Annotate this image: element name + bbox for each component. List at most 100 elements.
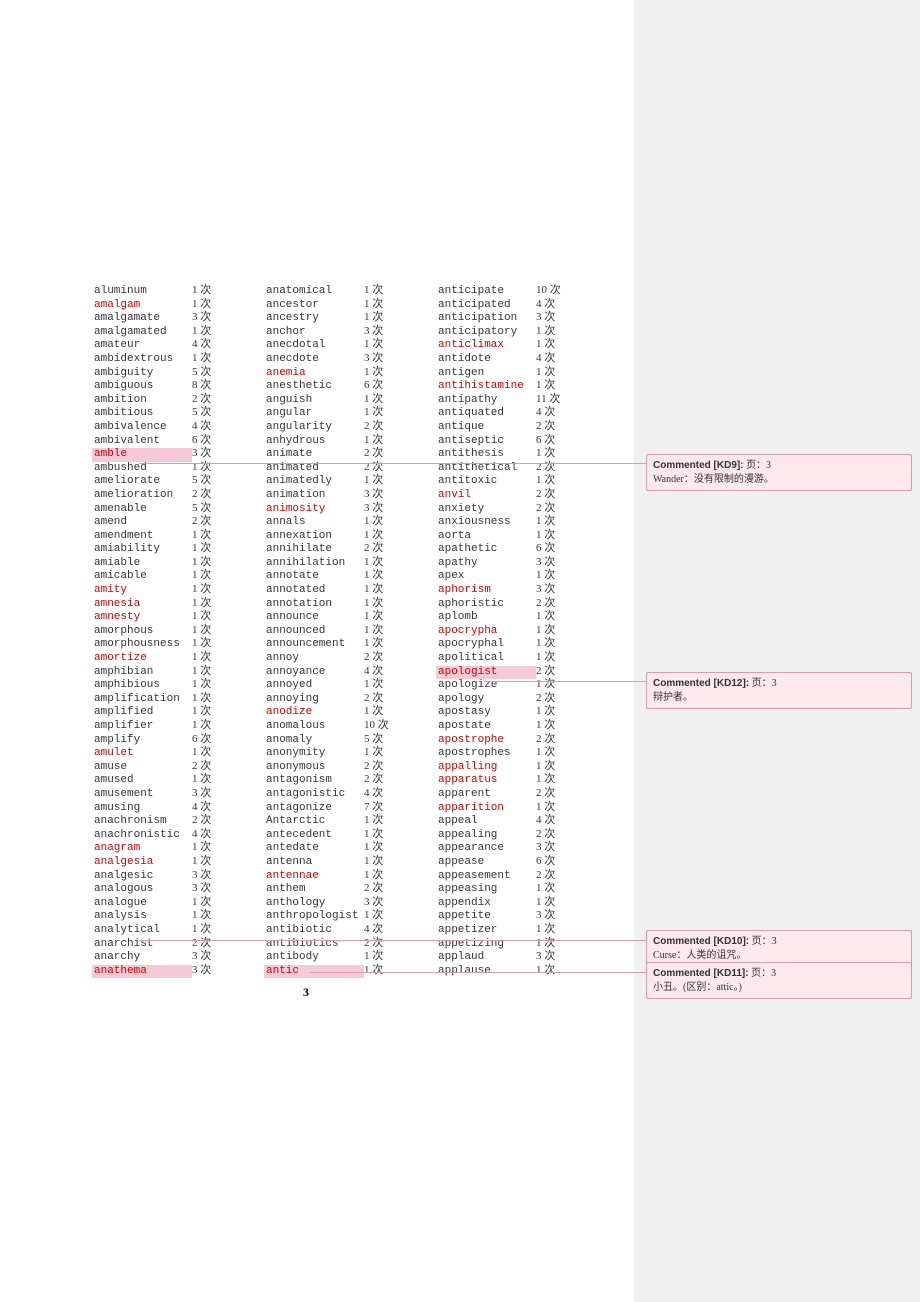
word-term: antibody [264, 951, 364, 965]
word-term: annoy [264, 652, 364, 666]
word-row: apostrophe2 次 [436, 733, 608, 747]
word-term: appeal [436, 815, 536, 829]
word-row: announcement1 次 [264, 637, 436, 651]
word-term: annoyed [264, 679, 364, 693]
word-row: antedate1 次 [264, 841, 436, 855]
word-term: antidote [436, 353, 536, 367]
word-count: 1 次 [192, 569, 211, 583]
word-row: anthology3 次 [264, 896, 436, 910]
word-row: antennae1 次 [264, 869, 436, 883]
word-term: anonymous [264, 761, 364, 775]
word-count: 1 次 [536, 760, 555, 774]
word-term: anthology [264, 897, 364, 911]
comment-body: Curse：人类的诅咒。 [653, 949, 905, 962]
word-term: amplify [92, 734, 192, 748]
word-term: anticipatory [436, 326, 536, 340]
word-count: 1 次 [192, 583, 211, 597]
word-count: 1 次 [364, 597, 383, 611]
word-term: amnesty [92, 611, 192, 625]
word-row: analogous3 次 [92, 882, 264, 896]
word-count: 3 次 [192, 869, 211, 883]
word-row: amplified1 次 [92, 705, 264, 719]
word-count: 1 次 [192, 284, 211, 298]
word-count: 1 次 [536, 773, 555, 787]
word-row: ambition2 次 [92, 393, 264, 407]
word-term: anticipation [436, 312, 536, 326]
word-count: 1 次 [364, 610, 383, 624]
word-term: apostrophes [436, 747, 536, 761]
word-row: antibody1 次 [264, 950, 436, 964]
word-term: animosity [264, 503, 364, 517]
word-term: annotation [264, 598, 364, 612]
word-count: 1 次 [192, 298, 211, 312]
word-term: apparent [436, 788, 536, 802]
word-count: 1 次 [536, 515, 555, 529]
word-count: 1 次 [364, 393, 383, 407]
word-row: amelioration2 次 [92, 488, 264, 502]
word-columns: aluminum1 次amalgam1 次amalgamate3 次amalga… [92, 284, 634, 977]
word-term: antagonistic [264, 788, 364, 802]
comment-balloon[interactable]: Commented [KD12]: 页：3辩护者。 [646, 672, 912, 709]
word-row: apparent2 次 [436, 787, 608, 801]
word-row: anguish1 次 [264, 393, 436, 407]
word-count: 1 次 [364, 869, 383, 883]
word-count: 3 次 [192, 964, 211, 978]
comment-balloon[interactable]: Commented [KD9]: 页：3Wander：没有限制的漫游。 [646, 454, 912, 491]
word-term: annihilation [264, 557, 364, 571]
word-count: 2 次 [536, 869, 555, 883]
comment-header: Commented [KD12]: 页：3 [653, 677, 905, 690]
word-count: 1 次 [364, 311, 383, 325]
word-term: amulet [92, 747, 192, 761]
word-row: amalgam1 次 [92, 298, 264, 312]
word-term: antagonism [264, 774, 364, 788]
word-row: antique2 次 [436, 420, 608, 434]
word-count: 2 次 [536, 502, 555, 516]
word-count: 1 次 [192, 325, 211, 339]
word-term: amphibious [92, 679, 192, 693]
word-term: ambivalence [92, 421, 192, 435]
word-row: anxiousness1 次 [436, 515, 608, 529]
word-row: antitoxic1 次 [436, 474, 608, 488]
word-count: 3 次 [192, 311, 211, 325]
word-count: 10 次 [364, 719, 389, 733]
word-term: annals [264, 516, 364, 530]
word-term: anhydrous [264, 435, 364, 449]
word-row: antic1 次 [264, 964, 436, 978]
word-term: annexation [264, 530, 364, 544]
word-count: 1 次 [364, 583, 383, 597]
word-count: 1 次 [536, 705, 555, 719]
comment-connector [484, 681, 646, 682]
word-row: anonymous2 次 [264, 760, 436, 774]
word-row: antecedent1 次 [264, 828, 436, 842]
word-term: anathema [92, 965, 192, 979]
word-row: appease6 次 [436, 855, 608, 869]
word-row: ambiguous8 次 [92, 379, 264, 393]
word-row: anomalous10 次 [264, 719, 436, 733]
word-term: anachronistic [92, 829, 192, 843]
word-row: ancestor1 次 [264, 298, 436, 312]
word-term: anagram [92, 842, 192, 856]
word-count: 2 次 [536, 420, 555, 434]
word-row: ancestry1 次 [264, 311, 436, 325]
word-row: ambiguity5 次 [92, 366, 264, 380]
comment-connector [139, 940, 646, 941]
word-count: 1 次 [536, 610, 555, 624]
word-count: 1 次 [192, 624, 211, 638]
word-row: antihistamine1 次 [436, 379, 608, 393]
word-term: amortize [92, 652, 192, 666]
word-term: antibiotic [264, 924, 364, 938]
word-term: anecdote [264, 353, 364, 367]
word-count: 8 次 [192, 379, 211, 393]
word-count: 2 次 [364, 882, 383, 896]
word-row: anachronism2 次 [92, 814, 264, 828]
word-row: amateur4 次 [92, 338, 264, 352]
word-count: 1 次 [192, 896, 211, 910]
word-term: amity [92, 584, 192, 598]
word-term: aphorism [436, 584, 536, 598]
word-term: amorphous [92, 625, 192, 639]
comment-balloon[interactable]: Commented [KD11]: 页：3小丑。(区别：attic。) [646, 962, 912, 999]
word-row: apolitical1 次 [436, 651, 608, 665]
word-row: amused1 次 [92, 773, 264, 787]
word-count: 4 次 [364, 923, 383, 937]
word-row: animation3 次 [264, 488, 436, 502]
